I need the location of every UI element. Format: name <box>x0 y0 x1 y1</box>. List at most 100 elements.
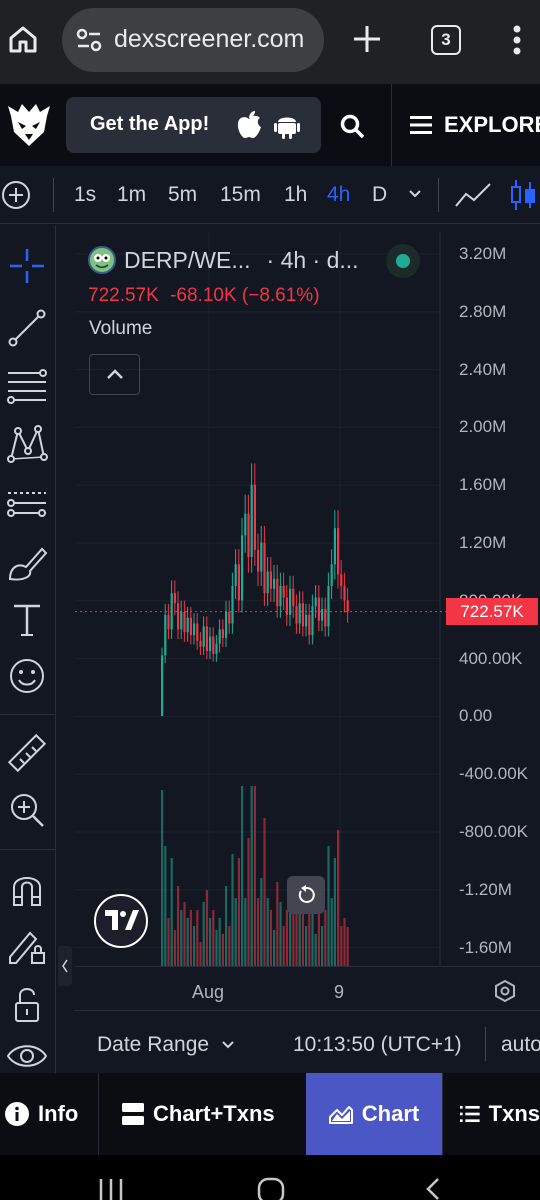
chevron-down-icon[interactable] <box>407 186 423 200</box>
zoom-in-icon[interactable] <box>6 789 48 831</box>
time-label-9: 9 <box>334 982 345 1002</box>
trend-line-icon[interactable] <box>6 307 48 349</box>
fib-retracement-icon[interactable] <box>6 365 48 407</box>
crosshair-icon[interactable] <box>6 245 48 287</box>
magnet-icon[interactable] <box>6 867 48 909</box>
candle-body <box>324 609 327 627</box>
volume-bar <box>250 786 253 966</box>
volume-bar <box>337 830 340 966</box>
token-avatar-icon <box>88 246 116 274</box>
site-settings-icon[interactable] <box>76 28 102 52</box>
tab-chart[interactable]: Chart <box>306 1073 442 1155</box>
tab-switcher-button[interactable]: 3 <box>431 25 461 55</box>
new-tab-icon[interactable] <box>350 22 384 56</box>
add-indicator-icon[interactable] <box>0 179 32 211</box>
price-axis-label: -400.00K <box>459 764 528 784</box>
candle-body <box>263 542 266 594</box>
android-navigation-bar <box>0 1155 540 1200</box>
symbol-legend[interactable]: DERP/WE... · 4h · d... <box>88 246 359 274</box>
candles-icon[interactable] <box>508 178 540 212</box>
legend-collapse-button[interactable] <box>89 354 140 395</box>
recent-apps-icon[interactable] <box>98 1177 124 1200</box>
time-axis[interactable]: Aug 9 <box>75 966 540 1010</box>
line-chart-icon[interactable] <box>454 180 492 210</box>
browser-toolbar: dexscreener.com 3 <box>0 0 540 84</box>
volume-bar <box>282 926 285 966</box>
timeframe-15m[interactable]: 15m <box>220 183 261 207</box>
timeframe-1s[interactable]: 1s <box>74 183 96 207</box>
candle-body <box>167 614 170 630</box>
dexscreener-logo-icon[interactable] <box>8 102 50 148</box>
url-text[interactable]: dexscreener.com <box>114 25 314 54</box>
last-price-tag: 722.57K <box>446 598 538 625</box>
url-bar[interactable]: dexscreener.com <box>62 8 324 72</box>
unlock-icon[interactable] <box>6 983 48 1025</box>
candle-body <box>298 603 301 624</box>
brush-icon[interactable] <box>6 541 48 583</box>
emoji-icon[interactable] <box>6 655 48 697</box>
timeframe-5m[interactable]: 5m <box>168 183 197 207</box>
volume-bar <box>330 898 333 966</box>
legend-ohlc: 722.57K -68.10K (−8.61%) <box>88 285 320 307</box>
home-button-icon[interactable] <box>257 1177 285 1200</box>
legend-last-price: 722.57K <box>88 285 159 306</box>
timezone-clock[interactable]: 10:13:50 (UTC+1) <box>293 1033 462 1057</box>
timeframe-d[interactable]: D <box>372 183 387 207</box>
candle-body <box>337 528 340 575</box>
legend-interval: · 4h · d... <box>266 246 359 273</box>
tab-info-label: Info <box>38 1101 79 1126</box>
candle-body <box>273 578 276 589</box>
candle-body <box>161 655 164 716</box>
forecast-icon[interactable] <box>6 481 48 523</box>
candle-body <box>228 611 231 624</box>
tab-txns[interactable]: Txns <box>460 1073 540 1155</box>
candle-body <box>247 513 250 558</box>
candle-body <box>173 593 176 604</box>
eye-icon[interactable] <box>6 1035 48 1077</box>
volume-bar <box>231 854 234 966</box>
tab-info[interactable]: Info <box>5 1073 97 1155</box>
candle-body <box>276 578 279 607</box>
candle-body <box>340 574 343 586</box>
pattern-icon[interactable] <box>6 423 48 465</box>
controls-divider <box>485 1027 486 1061</box>
more-menu-icon[interactable] <box>512 24 522 56</box>
tradingview-logo[interactable] <box>94 894 148 948</box>
timeframe-1h[interactable]: 1h <box>284 183 307 207</box>
volume-legend[interactable]: Volume <box>89 318 152 340</box>
toolbar-collapse-handle[interactable] <box>58 946 72 986</box>
list-icon <box>460 1105 480 1123</box>
candle-body <box>212 636 215 654</box>
drawing-toolbar <box>0 225 56 1073</box>
timeframe-1m[interactable]: 1m <box>117 183 146 207</box>
candle-body <box>317 597 320 621</box>
ruler-icon[interactable] <box>6 733 48 775</box>
candle-body <box>260 542 263 572</box>
tab-chart-txns[interactable]: Chart+Txns <box>122 1073 302 1155</box>
explore-menu-button[interactable]: EXPLORE <box>410 112 540 138</box>
date-range-button[interactable]: Date Range <box>97 1033 209 1057</box>
lock-drawing-icon[interactable] <box>6 925 48 967</box>
reset-chart-button[interactable] <box>287 876 325 914</box>
settings-icon[interactable] <box>493 979 517 1003</box>
candle-body <box>225 611 228 638</box>
home-icon[interactable] <box>8 24 38 54</box>
timeframe-4h[interactable]: 4h <box>327 183 350 207</box>
search-icon[interactable] <box>340 114 366 140</box>
tradingview-logo-icon <box>105 910 139 930</box>
candle-body <box>180 611 183 630</box>
candle-body <box>257 549 260 572</box>
chevron-down-icon[interactable] <box>221 1039 235 1051</box>
get-app-button[interactable]: Get the App! <box>66 97 321 153</box>
auto-scale-button[interactable]: auto <box>501 1033 540 1057</box>
volume-bar <box>199 942 202 966</box>
text-tool-icon[interactable] <box>6 599 48 641</box>
price-axis-label: 1.60M <box>459 475 507 495</box>
volume-bar <box>279 902 282 966</box>
candle-body <box>231 585 234 624</box>
candle-body <box>170 593 173 630</box>
android-icon <box>274 117 300 139</box>
volume-bar <box>237 858 240 966</box>
back-icon[interactable] <box>424 1177 442 1200</box>
legend-change: -68.10K (−8.61%) <box>170 285 320 306</box>
